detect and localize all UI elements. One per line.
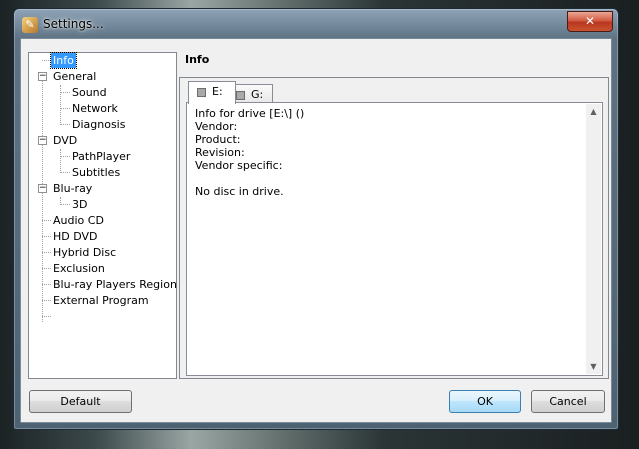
tree-item-dvd[interactable]: DVD [51,133,79,148]
close-button[interactable]: ✕ [567,11,613,32]
tree-item-info[interactable]: Info [50,52,77,69]
tree-item-bluray-players-region[interactable]: Blu-ray Players Region [51,277,179,292]
tree-item-general[interactable]: General [51,69,98,84]
tree-item-subtitles[interactable]: Subtitles [70,165,122,180]
tree-item-bluray[interactable]: Blu-ray [51,181,94,196]
tree-item-sound[interactable]: Sound [70,85,109,100]
tree-connector [60,156,70,157]
tree-item-network[interactable]: Network [70,101,120,116]
tree-connector [42,252,51,253]
collapse-bluray-icon[interactable]: − [38,184,47,193]
tree-connector [60,149,61,171]
info-line: Product: [195,133,241,146]
tree-item-external-program[interactable]: External Program [51,293,151,308]
tree-connector [60,92,70,93]
tab-drive-e[interactable]: E: [188,81,236,104]
tree-item-exclusion[interactable]: Exclusion [51,261,107,276]
tree-item-hd-dvd[interactable]: HD DVD [51,229,100,244]
app-icon: ✎ [22,17,38,33]
drive-icon [236,90,245,100]
tree-connector [42,300,51,301]
tree-connector [42,284,51,285]
drive-icon [197,87,206,97]
title-bar[interactable]: ✎ Settings... ✕ [14,9,618,39]
tree-item-pathplayer[interactable]: PathPlayer [70,149,132,164]
tree-connector [60,108,70,109]
tree-item-3d[interactable]: 3D [70,197,89,212]
cancel-button[interactable]: Cancel [531,390,605,413]
collapse-general-icon[interactable]: − [38,72,47,81]
tab-label: G: [251,88,264,101]
tree-item-diagnosis[interactable]: Diagnosis [70,117,127,132]
ok-button[interactable]: OK [449,390,521,413]
tree-connector [42,268,51,269]
window-title: Settings... [43,17,104,31]
tree-connector [60,85,61,123]
info-line [195,172,304,185]
info-line: Vendor specific: [195,159,283,172]
info-line: Vendor: [195,120,238,133]
tree-connector [42,220,51,221]
info-line: Info for drive [E:\] () [195,107,305,120]
info-line: No disc in drive. [195,185,284,198]
collapse-dvd-icon[interactable]: − [38,136,47,145]
tree-connector [42,60,51,61]
tree-connector [42,236,51,237]
tree-connector [60,172,70,173]
scroll-down-icon[interactable]: ▼ [586,359,601,374]
tree-connector [42,316,51,317]
settings-tree[interactable]: − − − Info General Sound Network Diagnos… [28,52,177,379]
default-button[interactable]: Default [29,390,132,413]
dialog-client-area: − − − Info General Sound Network Diagnos… [20,38,612,423]
tab-label: E: [212,85,223,98]
drive-info-text: Info for drive [E:\] () Vendor: Product:… [195,107,304,198]
tree-connector [60,204,70,205]
vertical-scrollbar[interactable]: ▲ ▼ [586,104,601,374]
drive-info-textbox[interactable]: Info for drive [E:\] () Vendor: Product:… [186,102,603,376]
tree-connector [60,197,61,203]
tree-item-audio-cd[interactable]: Audio CD [51,213,106,228]
tree-item-hybrid-disc[interactable]: Hybrid Disc [51,245,118,260]
settings-window: ✎ Settings... ✕ − − − Info General Sound… [13,8,619,430]
panel-title: Info [185,53,210,66]
tree-connector [60,124,70,125]
scroll-up-icon[interactable]: ▲ [586,104,601,119]
info-line: Revision: [195,146,245,159]
tree-connector [42,76,43,322]
